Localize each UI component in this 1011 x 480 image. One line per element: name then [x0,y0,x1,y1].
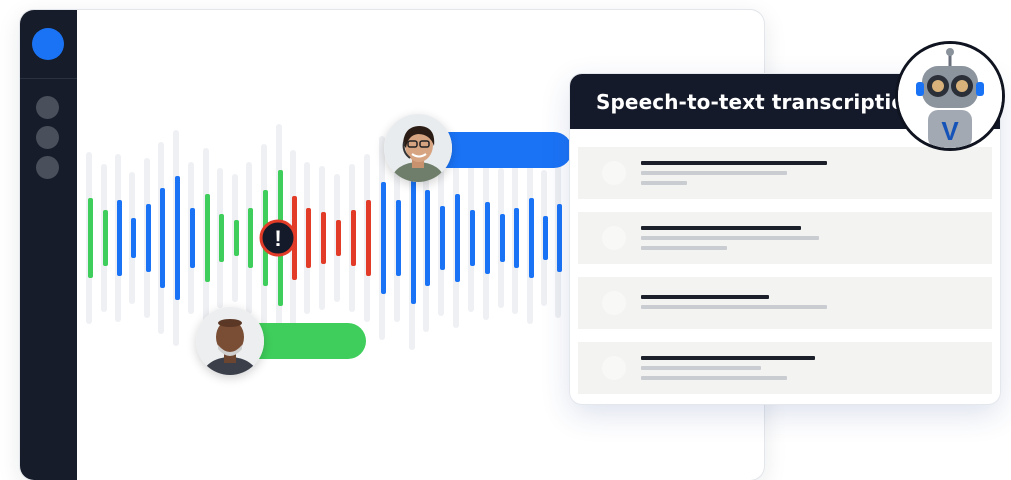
waveform-bar [190,208,195,268]
waveform-bar [411,172,416,304]
transcript-row[interactable] [578,342,992,394]
waveform-bar [219,214,224,262]
waveform-bar [351,210,356,266]
panel-title: Speech-to-text transcription [596,90,920,114]
waveform-bar [470,210,475,266]
speaker-marker [602,161,626,185]
waveform-shadow-bar [86,152,92,324]
robot-assistant-avatar: V [898,44,1002,148]
waveform-bar [131,218,136,258]
alert-icon-symbol: ! [274,226,281,251]
waveform-bar [381,182,386,294]
transcript-line-secondary [641,366,761,370]
waveform-shadow-bar [261,144,267,332]
waveform-shadow-bar [276,124,282,352]
transcript-line-secondary [641,171,787,175]
transcript-row[interactable] [578,147,992,199]
waveform-bar [557,204,562,272]
waveform-shadow-bar [144,158,150,318]
waveform-shadow-bar [304,162,310,314]
waveform-bar [543,216,548,260]
waveform-bar [103,210,108,266]
waveform-shadow-bar [394,154,400,322]
speaker-marker [602,356,626,380]
waveform-shadow-bar [232,174,238,302]
transcript-line-secondary [641,236,819,240]
waveform-shadow-bar [379,136,385,340]
waveform-shadow-bar [188,162,194,314]
waveform-shadow-bar [334,174,340,302]
transcript-line-secondary [641,305,827,309]
waveform-shadow-bar [217,168,223,308]
waveform-shadow-bar [173,130,179,346]
waveform-bar [514,208,519,268]
transcript-line-secondary [641,376,787,380]
speaker-marker [602,291,626,315]
waveform-bar [234,220,239,256]
waveform-shadow-bar [527,152,533,324]
transcript-line-primary [641,356,815,360]
customer-avatar [196,307,264,375]
transcript-line-secondary [641,181,687,185]
waveform-shadow-bar [498,168,504,308]
waveform-bar [292,196,297,280]
waveform-bar [425,190,430,286]
waveform-bar [278,170,283,306]
waveform-bar [500,214,505,262]
waveform-bar [205,194,210,282]
waveform-bar [396,200,401,276]
waveform-bar [321,212,326,264]
waveform-bar [306,208,311,268]
waveform-shadow-bar [290,150,296,326]
waveform-shadow-bar [468,164,474,312]
waveform-shadow-bar [349,164,355,312]
waveform-shadow-bar [512,162,518,314]
waveform-shadow-bar [203,148,209,328]
transcript-line-primary [641,226,801,230]
transcript-line-primary [641,295,769,299]
waveform-bar [263,190,268,286]
waveform-bar [485,202,490,274]
waveform-shadow-bar [483,156,489,320]
waveform-shadow-bar [158,142,164,334]
waveform-shadow-bar [319,166,325,310]
waveform-bar [366,200,371,276]
waveform-bar [117,200,122,276]
waveform-bar [440,206,445,270]
waveform-shadow-bar [101,164,107,312]
transcript-line-primary [641,161,827,165]
waveform-bar [160,188,165,288]
waveform-shadow-bar [364,154,370,322]
waveform-shadow-bar [115,154,121,322]
waveform-shadow-bar [541,170,547,306]
waveform-shadow-bar [129,172,135,304]
waveform-bar [248,208,253,268]
transcript-row[interactable] [578,212,992,264]
waveform-bar [88,198,93,278]
waveform-bar [336,220,341,256]
waveform-shadow-bar [453,148,459,328]
transcript-line-secondary [641,246,727,250]
robot-badge-letter: V [941,116,959,146]
waveform-bar [455,194,460,282]
waveform-bar [146,204,151,272]
waveform-bar [175,176,180,300]
waveform-shadow-bar [246,162,252,314]
transcript-row[interactable] [578,277,992,329]
waveform-shadow-bar [438,160,444,316]
agent-avatar [384,114,452,182]
waveform-shadow-bar [555,158,561,318]
speaker-marker [602,226,626,250]
alert-icon[interactable] [259,219,297,257]
waveform-bar [529,198,534,278]
